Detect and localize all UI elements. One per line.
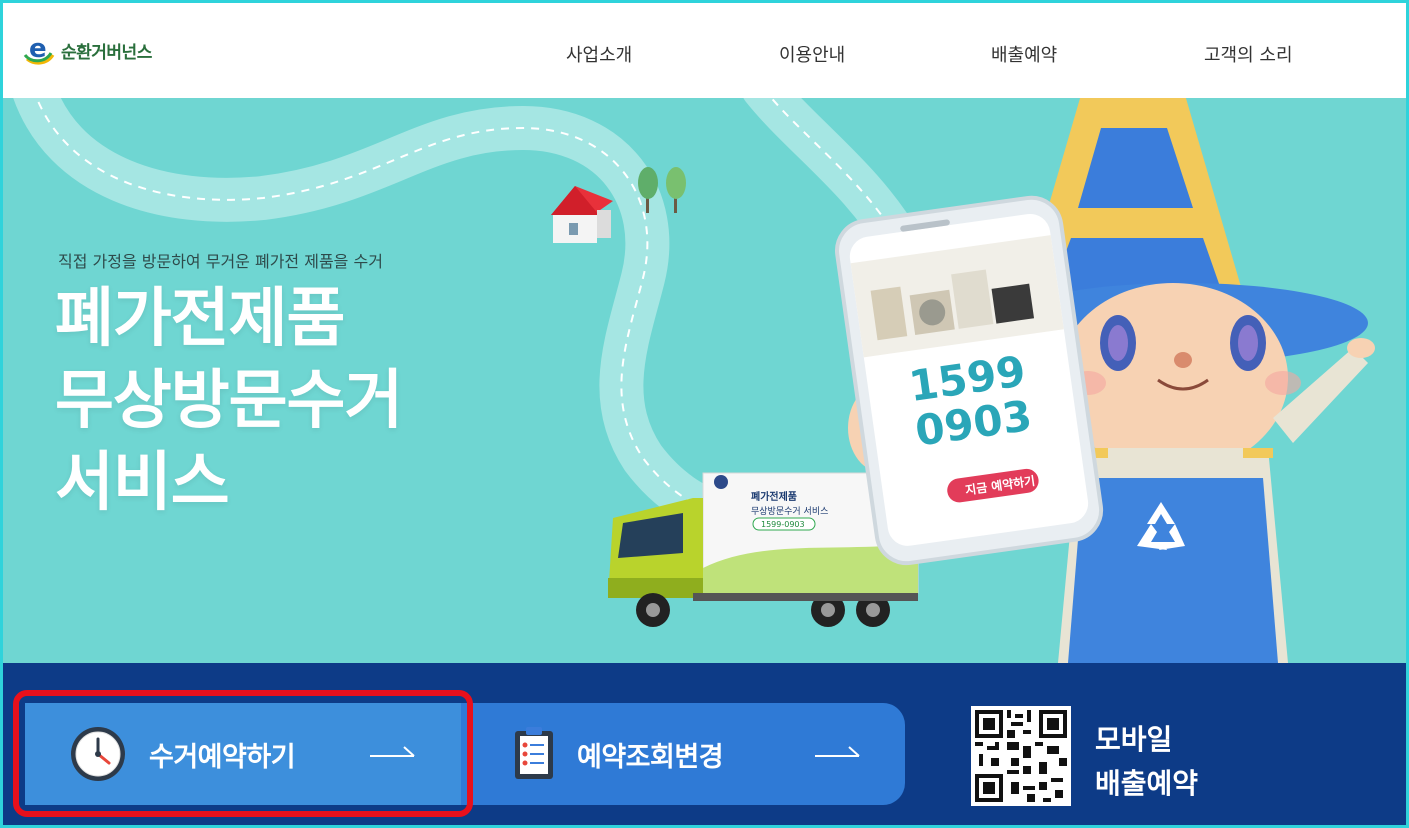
clock-icon: [69, 725, 127, 783]
nav-item-guide[interactable]: 이용안내: [779, 41, 845, 67]
pickup-reservation-button[interactable]: 수거예약하기: [25, 703, 461, 805]
hero-subtitle: 직접 가정을 방문하여 무거운 폐가전 제품을 수거: [58, 252, 383, 271]
nav-item-voice[interactable]: 고객의 소리: [1204, 41, 1293, 67]
truck-phone: 1599-0903: [761, 520, 805, 529]
site-header: e 순환거버넌스 사업소개 이용안내 배출예약 고객의 소리: [3, 3, 1406, 98]
house-icon: [551, 186, 613, 243]
hero-title-line-2: 무상방문수거: [55, 364, 403, 438]
site-logo[interactable]: e 순환거버넌스: [23, 33, 152, 67]
nav-item-reservation[interactable]: 배출예약: [991, 41, 1057, 67]
hero-title: 폐가전제품 무상방문수거 서비스: [55, 278, 403, 524]
mobile-label-line-1: 모바일: [1095, 723, 1173, 756]
clipboard-icon: [513, 725, 555, 781]
logo-e-icon: e: [23, 33, 57, 67]
logo-text: 순환거버넌스: [61, 42, 152, 63]
arrow-right-icon: [370, 744, 416, 760]
quick-menu-bar: 수거예약하기 예약조회변경 모바일 배출예약: [3, 663, 1406, 825]
mobile-label-line-2: 배출예약: [1095, 767, 1199, 800]
hero-title-line-1: 폐가전제품: [55, 282, 345, 356]
phone-illustration: 1599 0903 지금 예약하기: [835, 195, 1104, 566]
pickup-reservation-label: 수거예약하기: [149, 742, 296, 773]
reservation-lookup-button[interactable]: 예약조회변경: [461, 703, 905, 805]
mobile-reservation-label[interactable]: 모바일 배출예약: [1095, 718, 1198, 806]
hero-banner: 폐가전제품 무상방문수거 서비스 1599-0903 1599 0903 지금 …: [3, 98, 1406, 663]
reservation-lookup-label: 예약조회변경: [577, 742, 724, 773]
logo-letter: e: [29, 34, 47, 64]
hero-title-line-3: 서비스: [55, 446, 230, 520]
arrow-right-icon: [815, 744, 861, 760]
nav-item-business[interactable]: 사업소개: [566, 41, 632, 67]
page-frame: e 순환거버넌스 사업소개 이용안내 배출예약 고객의 소리 폐가전제품 무상방…: [0, 0, 1409, 828]
truck-title-1: 폐가전제품: [751, 490, 797, 503]
qr-code-icon[interactable]: [971, 706, 1071, 806]
truck-title-2: 무상방문수거 서비스: [751, 506, 828, 517]
